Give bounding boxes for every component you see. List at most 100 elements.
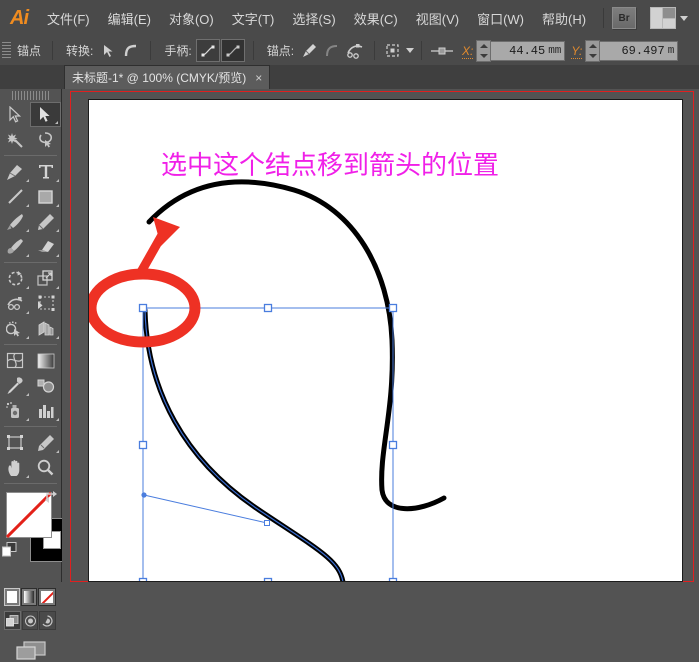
menu-view[interactable]: 视图(V) bbox=[407, 0, 468, 36]
menu-type[interactable]: 文字(T) bbox=[223, 0, 284, 36]
remove-anchor-icon[interactable] bbox=[298, 40, 320, 61]
draw-behind-button[interactable] bbox=[21, 611, 39, 630]
y-input[interactable]: 69.497 m bbox=[600, 40, 679, 61]
chevron-down-icon[interactable] bbox=[680, 15, 689, 21]
connect-anchor-icon[interactable] bbox=[321, 40, 343, 61]
tool-row bbox=[0, 430, 61, 455]
color-mode-button[interactable] bbox=[4, 588, 20, 606]
pen-tool[interactable] bbox=[0, 159, 31, 184]
control-divider-3 bbox=[252, 41, 254, 60]
direction-handle-endpoint[interactable] bbox=[141, 492, 147, 498]
perspective-grid-tool[interactable] bbox=[31, 316, 62, 341]
menu-bar: Ai 文件(F) 编辑(E) 对象(O) 文字(T) 选择(S) 效果(C) 视… bbox=[0, 0, 699, 37]
tool-row bbox=[0, 266, 61, 291]
arrange-documents-icon[interactable] bbox=[650, 7, 677, 29]
toolbox-divider bbox=[4, 426, 57, 427]
cut-path-icon[interactable] bbox=[344, 40, 366, 61]
convert-label: 转换: bbox=[66, 44, 94, 58]
menu-object[interactable]: 对象(O) bbox=[160, 0, 223, 36]
bridge-button[interactable]: Br bbox=[612, 7, 637, 29]
pencil-tool[interactable] bbox=[31, 209, 62, 234]
toolbox-divider bbox=[4, 344, 57, 345]
app-logo: Ai bbox=[10, 6, 29, 29]
arrange-left-pane bbox=[651, 8, 664, 28]
paintbrush-tool[interactable] bbox=[0, 209, 31, 234]
tool-flyout-indicator bbox=[55, 121, 58, 124]
menu-effect[interactable]: 效果(C) bbox=[345, 0, 407, 36]
menu-help[interactable]: 帮助(H) bbox=[533, 0, 595, 36]
magic-wand-tool[interactable] bbox=[0, 127, 31, 152]
shape-builder-tool[interactable] bbox=[0, 316, 31, 341]
x-input[interactable]: 44.45 mm bbox=[491, 40, 566, 61]
zoom-tool[interactable] bbox=[31, 455, 62, 480]
column-graph-tool[interactable] bbox=[31, 398, 62, 423]
menu-file[interactable]: 文件(F) bbox=[38, 0, 99, 36]
selection-tool[interactable] bbox=[0, 102, 30, 127]
eyedropper-tool[interactable] bbox=[0, 373, 31, 398]
control-divider-4 bbox=[374, 41, 376, 60]
document-tab[interactable]: 未标题-1* @ 100% (CMYK/预览) × bbox=[64, 65, 271, 89]
show-handles-icon[interactable] bbox=[195, 39, 220, 62]
control-bar-grip[interactable] bbox=[2, 41, 11, 60]
close-icon[interactable]: × bbox=[255, 72, 262, 84]
artboard-tool[interactable] bbox=[0, 430, 31, 455]
hand-tool[interactable] bbox=[0, 455, 31, 480]
width-tool[interactable] bbox=[0, 291, 31, 316]
y-stepper[interactable] bbox=[585, 39, 601, 62]
menu-edit[interactable]: 编辑(E) bbox=[99, 0, 160, 36]
symbol-sprayer-tool[interactable] bbox=[0, 398, 31, 423]
blend-tool[interactable] bbox=[31, 373, 62, 398]
tool-row bbox=[0, 209, 61, 234]
hide-handles-icon[interactable] bbox=[220, 39, 245, 62]
gradient-mode-button[interactable] bbox=[21, 588, 37, 606]
toolbox-grip[interactable] bbox=[12, 91, 49, 100]
convert-to-smooth-icon[interactable] bbox=[120, 40, 142, 61]
swap-fill-stroke-icon[interactable] bbox=[44, 490, 59, 509]
convert-to-corner-icon[interactable] bbox=[97, 40, 119, 61]
rotate-tool[interactable] bbox=[0, 266, 31, 291]
mesh-tool[interactable] bbox=[0, 348, 31, 373]
x-stepper[interactable] bbox=[476, 39, 492, 62]
toolbox-divider bbox=[4, 155, 57, 156]
artboard[interactable]: 选中这个结点移到箭头的位置 bbox=[88, 99, 683, 582]
draw-inside-button[interactable] bbox=[39, 611, 57, 630]
control-divider-2 bbox=[150, 41, 152, 60]
line-segment-tool[interactable] bbox=[0, 184, 31, 209]
tool-row bbox=[0, 455, 61, 480]
y-label: Y: bbox=[571, 43, 583, 59]
scale-tool[interactable] bbox=[31, 266, 62, 291]
pointer-arrow bbox=[137, 217, 180, 275]
toolbox-panel bbox=[0, 89, 74, 660]
direct-selection-tool[interactable] bbox=[30, 102, 61, 127]
gradient-tool[interactable] bbox=[31, 348, 62, 373]
default-fill-stroke-icon[interactable] bbox=[2, 542, 17, 562]
document-tab-label: 未标题-1* @ 100% (CMYK/预览) bbox=[72, 71, 247, 85]
menu-select[interactable]: 选择(S) bbox=[283, 0, 344, 36]
menu-window[interactable]: 窗口(W) bbox=[468, 0, 533, 36]
type-tool[interactable] bbox=[31, 159, 62, 184]
artwork-bezier-path-lower[interactable] bbox=[142, 307, 346, 582]
direction-handle-midpoint[interactable] bbox=[264, 520, 270, 526]
control-divider-5 bbox=[421, 41, 423, 60]
eraser-tool[interactable] bbox=[31, 234, 62, 259]
lasso-tool[interactable] bbox=[31, 127, 62, 152]
draw-normal-button[interactable] bbox=[4, 611, 21, 630]
rectangle-tool[interactable] bbox=[31, 184, 62, 209]
align-to-icon[interactable] bbox=[382, 40, 404, 61]
tool-row bbox=[0, 348, 61, 373]
free-transform-tool[interactable] bbox=[31, 291, 62, 316]
tool-row bbox=[0, 373, 61, 398]
direction-handle-line[interactable] bbox=[143, 494, 268, 524]
tool-row bbox=[0, 316, 61, 341]
control-divider-1 bbox=[52, 41, 54, 60]
tool-row bbox=[0, 291, 61, 316]
artwork-canvas[interactable] bbox=[89, 100, 683, 582]
bounding-box-handles[interactable] bbox=[138, 303, 398, 583]
align-chevron-down-icon[interactable] bbox=[406, 48, 415, 53]
slice-tool[interactable] bbox=[31, 430, 62, 455]
none-mode-button[interactable] bbox=[38, 588, 56, 606]
change-screen-mode-button[interactable] bbox=[0, 640, 61, 662]
control-bar: 锚点 转换: 手柄: 锚点: X: 44.45 mm Y: 69.497 m bbox=[0, 36, 699, 66]
blob-brush-tool[interactable] bbox=[0, 234, 31, 259]
artwork-bezier-path[interactable] bbox=[146, 179, 447, 512]
